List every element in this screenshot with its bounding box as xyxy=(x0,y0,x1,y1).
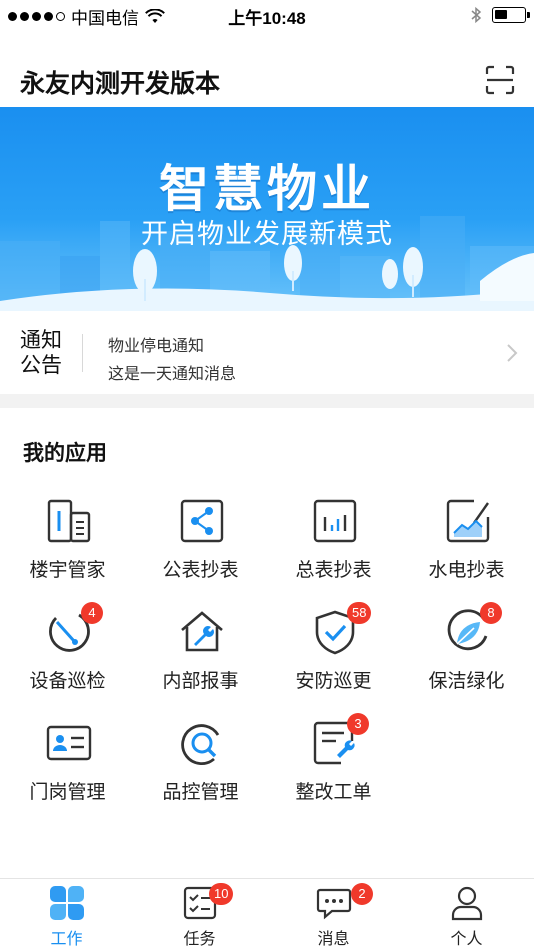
tab-label: 个人 xyxy=(450,931,483,948)
app-building-manager[interactable]: 楼宇管家 xyxy=(1,497,134,597)
bar-chart-icon xyxy=(313,499,357,543)
app-security-patrol[interactable]: 58 安防巡更 xyxy=(267,602,400,708)
tab-label: 任务 xyxy=(183,931,216,948)
promo-banner[interactable]: 智慧物业 开启物业发展新模式 xyxy=(0,107,534,311)
status-right xyxy=(470,6,530,24)
battery-icon xyxy=(492,7,530,23)
notification-badge: 58 xyxy=(347,602,372,624)
app-label: 水电抄表 xyxy=(428,560,505,581)
app-label: 门岗管理 xyxy=(29,782,106,803)
status-time: 上午10:48 xyxy=(228,9,306,28)
app-equipment-inspection[interactable]: 4 设备巡检 xyxy=(1,602,134,708)
scan-icon[interactable] xyxy=(484,64,516,96)
app-public-meter[interactable]: 公表抄表 xyxy=(134,497,267,597)
app-quality-control[interactable]: 品控管理 xyxy=(134,719,267,819)
banner-title: 智慧物业 xyxy=(159,161,375,217)
app-cleaning-greening[interactable]: 8 保洁绿化 xyxy=(400,602,533,708)
bottom-tab-bar: 工作 10 任务 2 消息 个人 xyxy=(0,878,534,950)
line-chart-icon xyxy=(446,499,490,543)
app-label: 整改工单 xyxy=(295,782,372,803)
section-divider xyxy=(0,394,534,408)
status-bar: 中国电信 上午10:48 xyxy=(0,0,534,30)
notification-badge: 2 xyxy=(351,883,373,905)
app-label: 保洁绿化 xyxy=(428,671,505,692)
magnifier-icon xyxy=(181,724,220,765)
grid-flower-icon xyxy=(50,886,84,920)
notification-badge: 8 xyxy=(480,602,502,624)
bluetooth-icon xyxy=(471,6,482,24)
app-label: 总表抄表 xyxy=(295,560,372,581)
notice-bar[interactable]: 通知公告 物业停电通知 这是一天通知消息 xyxy=(0,311,534,394)
app-rectification-order[interactable]: 3 整改工单 xyxy=(267,713,400,819)
app-internal-report[interactable]: 内部报事 xyxy=(134,608,267,708)
chat-bubble-icon xyxy=(316,888,352,920)
notice-label: 通知公告 xyxy=(20,329,62,377)
app-label: 公表抄表 xyxy=(162,560,239,581)
app-label: 内部报事 xyxy=(162,671,239,692)
page-title: 永友内测开发版本 xyxy=(20,70,221,98)
share-meter-icon xyxy=(180,499,224,543)
notice-item[interactable]: 物业停电通知 xyxy=(108,332,204,356)
notice-divider xyxy=(82,334,83,372)
banner-subtitle: 开启物业发展新模式 xyxy=(141,219,393,249)
person-icon xyxy=(451,886,483,921)
app-gate-management[interactable]: 门岗管理 xyxy=(1,719,134,819)
tab-messages[interactable]: 2 消息 xyxy=(267,879,400,950)
app-utility-meter[interactable]: 水电抄表 xyxy=(400,497,533,597)
building-icon xyxy=(47,499,91,543)
app-label: 品控管理 xyxy=(162,782,239,803)
app-header: 永友内测开发版本 xyxy=(0,52,534,108)
app-label: 楼宇管家 xyxy=(29,560,106,581)
tab-label: 消息 xyxy=(317,931,350,948)
notification-badge: 10 xyxy=(209,883,234,905)
tab-profile[interactable]: 个人 xyxy=(400,879,533,950)
notification-badge: 4 xyxy=(81,602,103,624)
apps-section-title: 我的应用 xyxy=(23,442,107,465)
tab-tasks[interactable]: 10 任务 xyxy=(133,879,266,950)
notice-item[interactable]: 这是一天通知消息 xyxy=(108,360,236,384)
tab-label: 工作 xyxy=(50,931,83,948)
id-card-icon xyxy=(46,725,92,761)
notification-badge: 3 xyxy=(347,713,369,735)
app-label: 设备巡检 xyxy=(29,671,106,692)
chevron-right-icon[interactable] xyxy=(506,343,518,363)
house-wrench-icon xyxy=(181,611,223,652)
tab-work[interactable]: 工作 xyxy=(0,879,133,950)
app-total-meter[interactable]: 总表抄表 xyxy=(267,497,400,597)
app-label: 安防巡更 xyxy=(295,671,372,692)
